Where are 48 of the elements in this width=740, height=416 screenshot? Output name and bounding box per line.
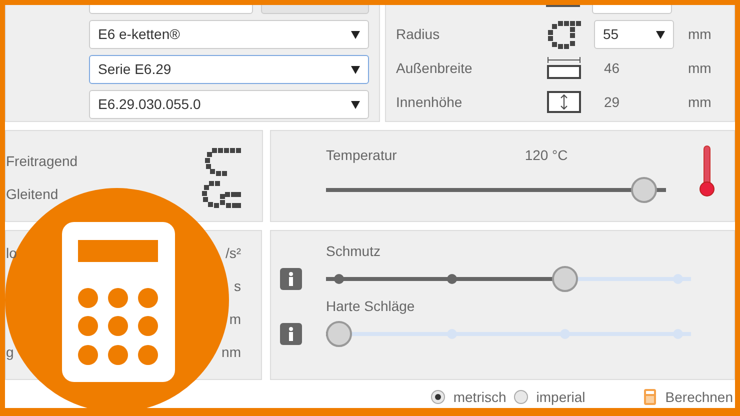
info-icon	[280, 323, 302, 345]
slider-thumb[interactable]	[552, 266, 578, 292]
dropdown[interactable]: E6.29.030.055.0	[89, 90, 369, 119]
field-label: lo	[6, 244, 17, 263]
unit-label: nm	[222, 343, 241, 362]
slider-thumb[interactable]	[326, 321, 352, 347]
height-icon	[546, 90, 582, 114]
temperature-reading: 120 °C	[524, 146, 568, 165]
slider-stop	[446, 329, 457, 339]
radio-option[interactable]: imperial	[514, 386, 586, 408]
width-icon	[546, 56, 582, 80]
caret-icon	[351, 30, 360, 38]
slider-thumb[interactable]	[630, 177, 657, 203]
unit-label: mm	[687, 25, 712, 44]
slider-stop	[673, 274, 683, 284]
unit-label: mm	[687, 92, 712, 112]
slider-stop	[673, 329, 683, 339]
dropdown[interactable]: 55	[594, 20, 674, 49]
radio-option[interactable]: metrisch	[431, 386, 506, 408]
option-label: Freitragend	[6, 152, 78, 171]
dropdown[interactable]: Serie E6.29	[89, 55, 369, 84]
unit-label: /s²	[225, 244, 241, 263]
unit-label: m	[229, 310, 241, 329]
caret-icon	[351, 66, 360, 74]
slider-stop	[334, 274, 344, 284]
field-label: Radius	[396, 25, 441, 44]
option-label: Gleitend	[6, 185, 58, 204]
field-label: Innenhöhe	[396, 92, 464, 112]
slider-stop	[446, 274, 457, 284]
chain-icon	[201, 180, 242, 210]
calculate-button[interactable]: Berechnen	[643, 386, 733, 408]
field-label: Außenbreite	[396, 58, 474, 78]
slider-label: Harte Schläge	[326, 297, 415, 316]
field-label: Temperatur	[326, 146, 397, 165]
dropdown[interactable]: E6 e-ketten®	[89, 20, 369, 49]
caret-icon	[656, 30, 665, 38]
chain-icon	[204, 146, 242, 176]
field-value: 46	[603, 58, 621, 78]
info-icon	[280, 268, 302, 290]
field-label: g	[6, 343, 14, 362]
slider-label: Schmutz	[326, 242, 380, 261]
field-value: 29	[603, 92, 621, 112]
slider-stop	[560, 329, 570, 339]
unit-label: s	[234, 277, 241, 296]
radius-icon	[546, 19, 582, 50]
caret-icon	[351, 100, 360, 108]
thermometer-icon	[699, 145, 715, 197]
unit-label: mm	[687, 58, 712, 78]
